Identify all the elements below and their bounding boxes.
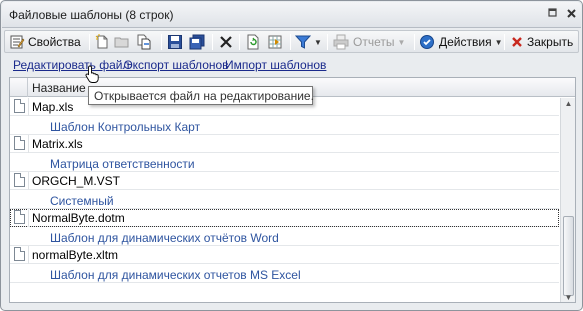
file-name: Matrix.xls [32, 137, 83, 151]
file-name: NormalByte.dotm [32, 211, 125, 225]
scrollbar-thumb[interactable] [563, 216, 574, 296]
delete-button[interactable] [218, 33, 234, 51]
chevron-down-icon: ▼ [494, 37, 503, 47]
title-bar: Файловые шаблоны (8 строк) [2, 2, 581, 28]
save-all-button[interactable] [189, 33, 205, 51]
open-folder-button[interactable] [114, 33, 130, 51]
description-text: Системный [50, 194, 114, 208]
toolbar: Свойства ▼ Отчеты ▼ Действия ▼ Закрыть [4, 30, 579, 53]
file-icon [14, 99, 25, 113]
toolbar-separator [414, 34, 415, 50]
file-name: normalByte.xltm [32, 248, 119, 262]
close-button[interactable]: Закрыть [509, 33, 573, 51]
delete-x-icon [218, 34, 234, 50]
filter-button[interactable]: ▼ [294, 33, 322, 51]
properties-button[interactable]: Свойства [9, 33, 81, 51]
folder-icon [114, 34, 130, 50]
file-name: ORGCH_M.VST [32, 174, 121, 188]
properties-label: Свойства [28, 35, 81, 49]
toolbar-separator [89, 34, 90, 50]
row-description[interactable]: Шаблон для динамических отчетов MS Excel [10, 265, 559, 283]
import-templates-link[interactable]: Импорт шаблонов [225, 58, 326, 72]
close-red-x-icon [509, 34, 525, 50]
tooltip: Открывается файл на редактирование. [88, 86, 314, 105]
close-label: Закрыть [527, 35, 574, 49]
icon-column-header[interactable] [10, 78, 28, 97]
row-description[interactable]: Шаблон для динамических отчётов Word [10, 228, 559, 246]
copy-document-icon [136, 34, 152, 50]
file-icon [14, 247, 25, 261]
printer-icon [333, 34, 349, 50]
file-icon [14, 136, 25, 150]
toolbar-separator [504, 34, 505, 50]
reports-label: Отчеты [353, 35, 395, 49]
reports-button[interactable]: Отчеты ▼ [333, 33, 405, 51]
description-text: Шаблон для динамических отчётов Word [50, 231, 279, 245]
description-text: Шаблон для динамических отчетов MS Excel [50, 268, 301, 282]
properties-icon [9, 34, 25, 50]
grid-export-icon [267, 34, 283, 50]
new-file-icon [94, 34, 110, 50]
actions-label: Действия [439, 35, 492, 49]
save-icon [167, 34, 183, 50]
row-description[interactable]: Системный [10, 191, 559, 209]
scroll-up-icon[interactable]: ▲ [564, 100, 573, 108]
hand-cursor-icon [85, 65, 99, 83]
table-row[interactable]: ORGCH_M.VST [10, 172, 559, 190]
file-icon [14, 210, 25, 224]
filter-funnel-icon [294, 34, 312, 50]
table-row[interactable]: normalByte.xltm [10, 246, 559, 264]
actions-button[interactable]: Действия ▼ [419, 33, 503, 51]
save-all-icon [189, 34, 205, 50]
new-button[interactable] [94, 33, 110, 51]
toolbar-separator [290, 34, 291, 50]
toolbar-separator [239, 34, 240, 50]
templates-grid: Название Map.xls Шаблон Контрольных Карт… [9, 77, 576, 303]
export-templates-link[interactable]: Экспорт шаблонов [124, 58, 229, 72]
chevron-down-icon: ▼ [397, 37, 406, 47]
actions-globe-icon [419, 34, 435, 50]
row-description[interactable]: Шаблон Контрольных Карт [10, 117, 559, 135]
description-text: Шаблон Контрольных Карт [50, 120, 201, 134]
toolbar-separator [212, 34, 213, 50]
file-templates-window: Файловые шаблоны (8 строк) Свойства ▼ От… [0, 0, 583, 311]
table-row[interactable]: Matrix.xls [10, 135, 559, 153]
chevron-down-icon: ▼ [314, 37, 322, 47]
toolbar-separator [161, 34, 162, 50]
column-header-name[interactable]: Название [32, 81, 86, 95]
file-name: Map.xls [32, 100, 74, 114]
refresh-document-icon [245, 34, 261, 50]
toolbar-separator [327, 34, 328, 50]
window-close-icon[interactable] [565, 7, 578, 20]
refresh-button[interactable] [245, 33, 261, 51]
vertical-scrollbar[interactable]: ▲ ▼ [560, 98, 575, 302]
description-text: Матрица ответственности [50, 157, 195, 171]
edit-file-link[interactable]: Редактировать файл [13, 58, 129, 72]
save-button[interactable] [167, 33, 183, 51]
pin-icon[interactable] [546, 7, 559, 20]
row-description[interactable]: Матрица ответственности [10, 154, 559, 172]
scroll-down-icon[interactable]: ▼ [564, 294, 573, 302]
file-icon [14, 173, 25, 187]
export-grid-button[interactable] [267, 33, 283, 51]
window-title: Файловые шаблоны (8 строк) [9, 8, 174, 22]
table-row-focused[interactable]: NormalByte.dotm [10, 209, 559, 227]
copy-button[interactable] [136, 33, 152, 51]
